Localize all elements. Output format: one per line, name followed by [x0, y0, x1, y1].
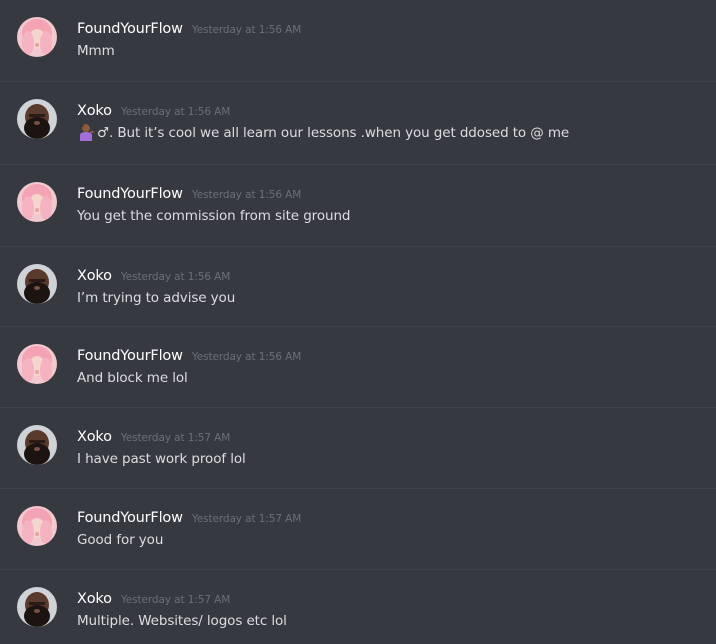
message-author[interactable]: FoundYourFlow: [77, 186, 183, 202]
bearded-man-avatar-icon: [17, 99, 57, 139]
message-content: Multiple. Websites/ logos etc lol: [77, 613, 287, 629]
message-content: I have past work proof lol: [77, 451, 246, 467]
message-timestamp: Yesterday at 1:56 AM: [191, 24, 302, 36]
message-author[interactable]: FoundYourFlow: [77, 348, 183, 364]
message-item: FoundYourFlow Yesterday at 1:57 AM Good …: [0, 488, 716, 568]
message-content: ♂. But it’s cool we all learn our lesson…: [77, 123, 569, 143]
message-author[interactable]: FoundYourFlow: [77, 21, 183, 37]
pink-hair-avatar-icon: [17, 17, 57, 57]
message-item: Xoko Yesterday at 1:56 AM I’m trying to …: [0, 246, 716, 326]
message-timestamp: Yesterday at 1:57 AM: [191, 513, 302, 525]
avatar[interactable]: [17, 344, 57, 384]
message-author[interactable]: Xoko: [77, 268, 112, 284]
message-author[interactable]: Xoko: [77, 103, 112, 119]
message-timestamp: Yesterday at 1:56 AM: [120, 106, 231, 118]
message-content: Mmm: [77, 43, 115, 59]
bearded-man-avatar-icon: [17, 587, 57, 627]
message-content: And block me lol: [77, 370, 188, 386]
message-timestamp: Yesterday at 1:57 AM: [120, 432, 231, 444]
message-item: Xoko Yesterday at 1:56 AM ♂. But it’s co…: [0, 81, 716, 161]
bearded-man-avatar-icon: [17, 264, 57, 304]
message-item: FoundYourFlow Yesterday at 1:56 AM You g…: [0, 164, 716, 244]
avatar[interactable]: [17, 425, 57, 465]
avatar[interactable]: [17, 17, 57, 57]
avatar[interactable]: [17, 182, 57, 222]
message-item: Xoko Yesterday at 1:57 AM I have past wo…: [0, 407, 716, 487]
pink-hair-avatar-icon: [17, 506, 57, 546]
message-content: Good for you: [77, 532, 164, 548]
message-content: You get the commission from site ground: [77, 208, 351, 224]
message-timestamp: Yesterday at 1:56 AM: [191, 351, 302, 363]
message-timestamp: Yesterday at 1:57 AM: [120, 594, 231, 606]
chat-message-list: FoundYourFlow Yesterday at 1:56 AM Mmm X…: [0, 0, 716, 644]
message-text: ♂. But it’s cool we all learn our lesson…: [97, 125, 570, 141]
avatar[interactable]: [17, 264, 57, 304]
message-author[interactable]: Xoko: [77, 429, 112, 445]
message-timestamp: Yesterday at 1:56 AM: [120, 271, 231, 283]
avatar[interactable]: [17, 506, 57, 546]
avatar[interactable]: [17, 99, 57, 139]
message-content: I’m trying to advise you: [77, 290, 236, 306]
message-timestamp: Yesterday at 1:56 AM: [191, 189, 302, 201]
message-author[interactable]: Xoko: [77, 591, 112, 607]
pink-hair-avatar-icon: [17, 182, 57, 222]
message-item: FoundYourFlow Yesterday at 1:56 AM Mmm: [0, 0, 716, 80]
bearded-man-avatar-icon: [17, 425, 57, 465]
message-author[interactable]: FoundYourFlow: [77, 510, 183, 526]
avatar[interactable]: [17, 587, 57, 627]
message-item: FoundYourFlow Yesterday at 1:56 AM And b…: [0, 326, 716, 406]
man-tipping-hand-emoji-icon: [80, 124, 94, 141]
pink-hair-avatar-icon: [17, 344, 57, 384]
message-item: Xoko Yesterday at 1:57 AM Multiple. Webs…: [0, 569, 716, 644]
